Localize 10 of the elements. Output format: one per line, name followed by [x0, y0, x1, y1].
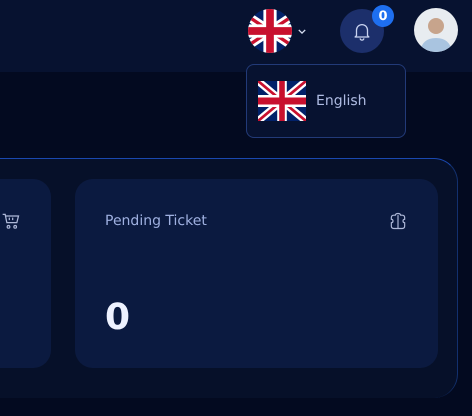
notification-count: 0 [372, 5, 394, 27]
language-selector[interactable] [248, 9, 306, 53]
card-value: 0 [105, 300, 132, 336]
caret-icon [298, 28, 306, 34]
language-option[interactable]: English [256, 79, 369, 123]
card-title: Pending Ticket [105, 213, 207, 229]
cart-icon [1, 211, 21, 231]
flag-icon [258, 81, 306, 121]
user-avatar[interactable] [414, 8, 458, 52]
flag-icon [248, 9, 292, 53]
